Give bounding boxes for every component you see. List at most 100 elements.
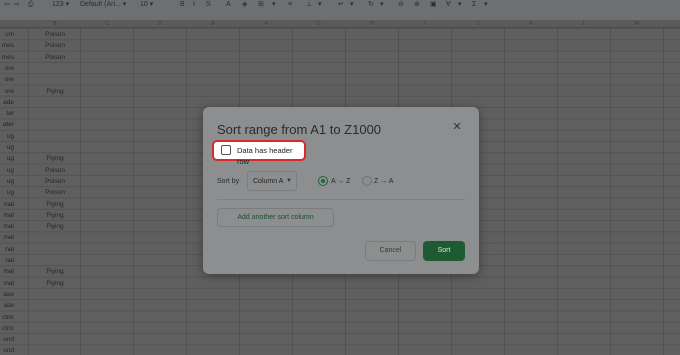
sort-button[interactable]: Sort <box>423 241 465 261</box>
toolbar-item[interactable]: ↻ <box>368 0 374 10</box>
cell-col-b[interactable]: Poison <box>38 29 72 40</box>
toolbar-item[interactable]: ⊥ <box>306 0 312 10</box>
cell-col-b[interactable]: Flying <box>38 266 72 277</box>
column-divider <box>663 28 664 355</box>
cell-col-a[interactable]: nal <box>0 255 14 266</box>
toolbar-item[interactable]: ▾ <box>272 0 276 10</box>
toolbar-item[interactable]: Σ <box>472 0 476 10</box>
close-icon[interactable]: ✕ <box>451 121 463 133</box>
column-header-f[interactable]: F <box>249 20 283 28</box>
toolbar-item[interactable]: Default (Ari... ▾ <box>80 0 126 10</box>
cell-col-b[interactable]: Poison <box>38 187 72 198</box>
cell-col-a[interactable]: ater <box>0 119 14 130</box>
cell-col-a[interactable]: nal <box>0 244 14 255</box>
cell-col-b[interactable]: Flying <box>38 210 72 221</box>
cell-col-a[interactable]: ctric <box>0 323 14 334</box>
cell-col-a[interactable]: mal <box>0 221 14 232</box>
cell-col-b[interactable]: Poison <box>38 40 72 51</box>
cell-col-b[interactable]: Flying <box>38 278 72 289</box>
cancel-label: Cancel <box>379 247 402 254</box>
toolbar-item[interactable]: ▾ <box>350 0 354 10</box>
cell-col-a[interactable]: ug <box>0 131 14 142</box>
cell-col-a[interactable]: ug <box>0 142 14 153</box>
column-header-k[interactable]: K <box>514 20 548 28</box>
column-divider <box>28 28 29 355</box>
cell-col-b[interactable]: Flying <box>38 221 72 232</box>
toolbar-item[interactable]: ▾ <box>458 0 462 10</box>
cell-col-a[interactable]: ade <box>0 97 14 108</box>
cell-col-a[interactable]: mes <box>0 52 14 63</box>
sort-column-select[interactable]: Column A ▼ <box>247 171 297 191</box>
toolbar-item[interactable]: I <box>193 0 195 10</box>
toolbar-item[interactable]: ⎙ <box>28 0 34 10</box>
column-header-n[interactable]: N <box>673 20 680 28</box>
toolbar-item[interactable]: ⊖ <box>398 0 404 10</box>
sort-label: Sort <box>437 247 451 254</box>
header-row-checkbox[interactable] <box>221 145 231 155</box>
cell-col-b[interactable]: Poison <box>38 165 72 176</box>
toolbar-item[interactable]: ∀ <box>446 0 451 10</box>
cell-col-a[interactable]: ter <box>0 108 14 119</box>
cell-col-a[interactable]: mal <box>0 266 14 277</box>
cell-col-a[interactable]: ase <box>0 289 14 300</box>
toolbar-item[interactable]: ≡ <box>288 0 292 10</box>
cell-col-a[interactable]: ug <box>0 153 14 164</box>
column-header-j[interactable]: J <box>461 20 495 28</box>
toolbar-item[interactable]: S <box>206 0 211 10</box>
column-header-g[interactable]: G <box>302 20 336 28</box>
cell-col-a[interactable]: mal <box>0 199 14 210</box>
column-header-e[interactable]: E <box>196 20 230 28</box>
toolbar-item[interactable]: 10 ▾ <box>140 0 153 10</box>
toolbar-item[interactable]: B <box>180 0 185 10</box>
cell-col-b[interactable]: Poison <box>38 176 72 187</box>
toolbar-item[interactable]: ⊞ <box>258 0 264 10</box>
column-header-i[interactable]: I <box>408 20 442 28</box>
column-header-l[interactable]: L <box>567 20 601 28</box>
cell-col-a[interactable]: ug <box>0 165 14 176</box>
add-sort-column-button[interactable]: Add another sort column <box>217 208 334 227</box>
cell-col-a[interactable]: ore <box>0 63 14 74</box>
cell-col-a[interactable]: ore <box>0 74 14 85</box>
toolbar-item[interactable]: ▾ <box>484 0 488 10</box>
cell-col-b[interactable]: Flying <box>38 86 72 97</box>
cell-col-a[interactable]: mal <box>0 278 14 289</box>
cell-col-b[interactable]: Flying <box>38 153 72 164</box>
sort-za-radio[interactable] <box>362 176 372 186</box>
sort-range-dialog: Sort range from A1 to Z1000 ✕ Data has h… <box>203 107 479 274</box>
toolbar-item[interactable]: ⊕ <box>414 0 420 10</box>
cell-col-a[interactable]: und <box>0 334 14 345</box>
dialog-title: Sort range from A1 to Z1000 <box>217 122 382 137</box>
cell-col-a[interactable]: ctric <box>0 312 14 323</box>
cell-col-b[interactable]: Poison <box>38 52 72 63</box>
toolbar-item[interactable]: ⇦ <box>4 0 10 10</box>
column-header-m[interactable]: M <box>620 20 654 28</box>
column-divider <box>504 28 505 355</box>
cell-col-b[interactable]: Flying <box>38 199 72 210</box>
toolbar-item[interactable]: ◈ <box>242 0 247 10</box>
cell-col-a[interactable]: ug <box>0 187 14 198</box>
toolbar-item[interactable]: ↵ <box>338 0 344 10</box>
toolbar-item[interactable]: A <box>226 0 231 10</box>
cell-col-a[interactable]: ase <box>0 300 14 311</box>
cell-col-a[interactable]: ore <box>0 86 14 97</box>
cell-col-a[interactable]: mes <box>0 40 14 51</box>
toolbar-item[interactable]: ▣ <box>430 0 437 10</box>
cell-col-a[interactable]: mal <box>0 232 14 243</box>
column-header-b[interactable]: B <box>38 20 72 28</box>
cell-col-a[interactable]: und <box>0 345 14 355</box>
header-row-option[interactable]: Data has header row <box>212 140 306 166</box>
column-divider <box>610 28 611 355</box>
cell-col-a[interactable]: mal <box>0 210 14 221</box>
sort-by-label: Sort by <box>217 178 240 185</box>
column-header-c[interactable]: C <box>90 20 124 28</box>
cancel-button[interactable]: Cancel <box>365 241 416 261</box>
column-header-d[interactable]: D <box>143 20 177 28</box>
toolbar-item[interactable]: ⇨ <box>14 0 20 10</box>
column-header-h[interactable]: H <box>355 20 389 28</box>
sort-az-radio[interactable] <box>318 176 328 186</box>
cell-col-a[interactable]: um <box>0 29 14 40</box>
toolbar-item[interactable]: ▾ <box>380 0 384 10</box>
cell-col-a[interactable]: ug <box>0 176 14 187</box>
toolbar-item[interactable]: ▾ <box>318 0 322 10</box>
toolbar-item[interactable]: 123 ▾ <box>52 0 69 10</box>
